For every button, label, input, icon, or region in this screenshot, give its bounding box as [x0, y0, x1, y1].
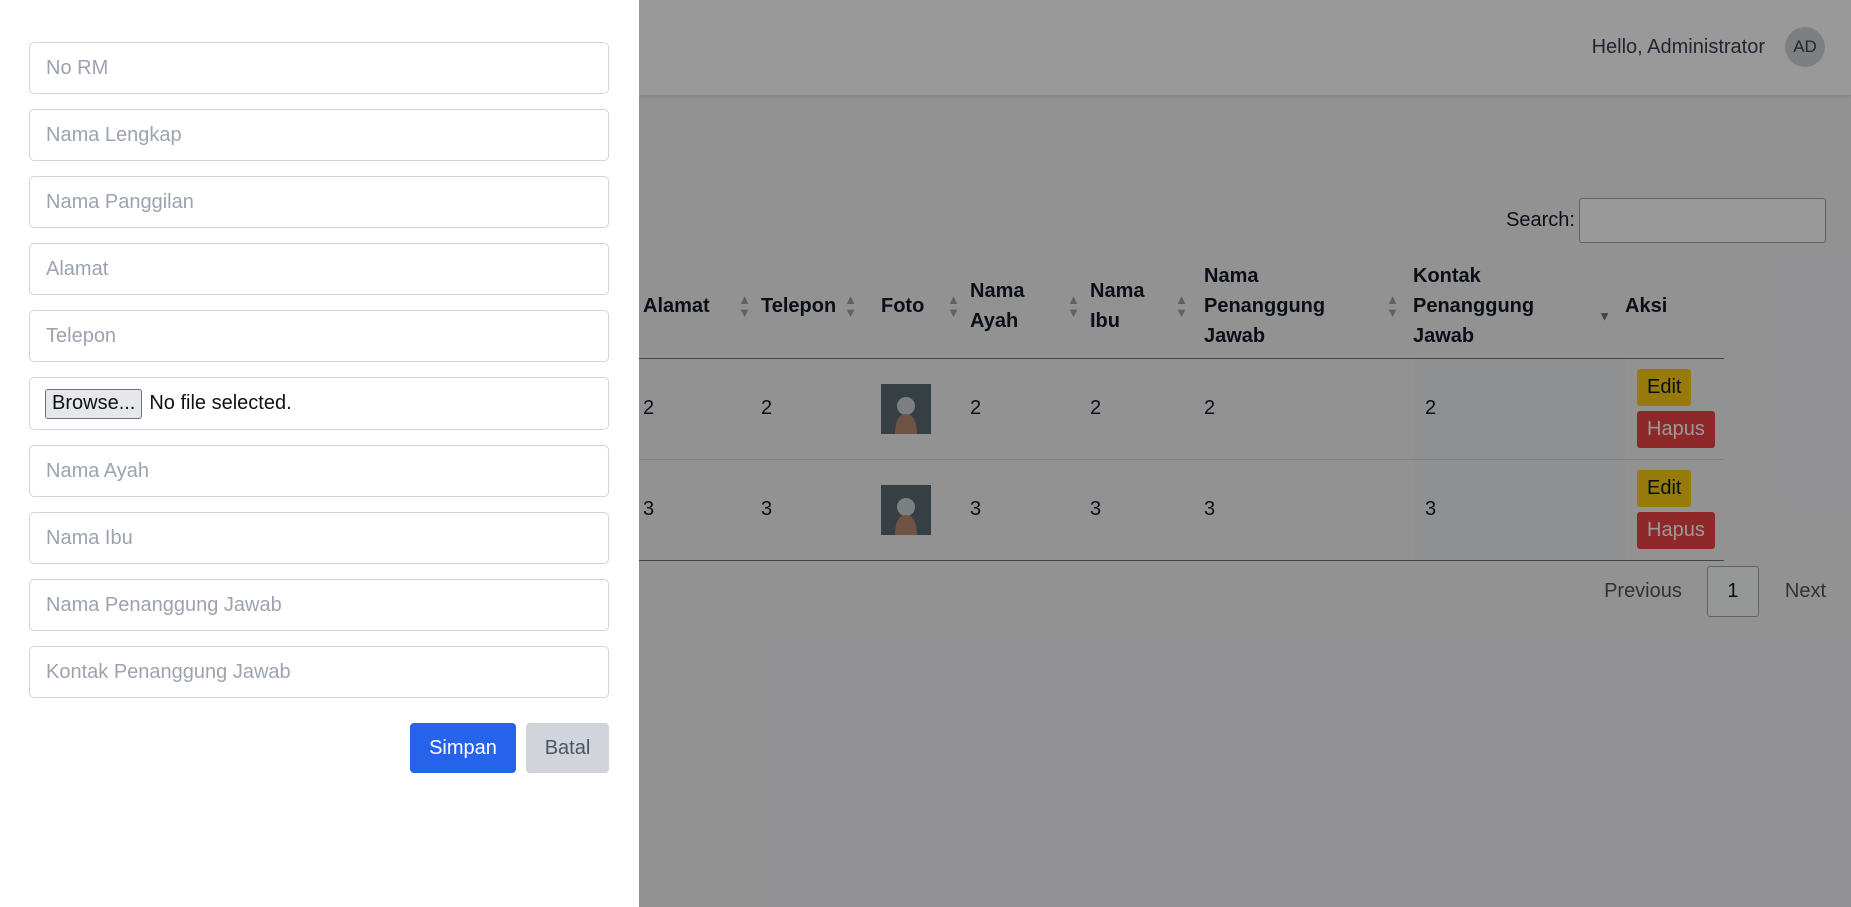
foto-file-input[interactable]: Browse... No file selected. — [29, 377, 609, 430]
save-button[interactable]: Simpan — [410, 723, 516, 773]
alamat-input[interactable] — [29, 243, 609, 295]
nama-ayah-input[interactable] — [29, 445, 609, 497]
nama-lengkap-input[interactable] — [29, 109, 609, 161]
nama-panggilan-input[interactable] — [29, 176, 609, 228]
nama-ibu-input[interactable] — [29, 512, 609, 564]
file-status-text: No file selected. — [149, 392, 292, 414]
no-rm-input[interactable] — [29, 42, 609, 94]
patient-form-drawer: Browse... No file selected. Simpan Batal — [0, 0, 639, 907]
kontak-penanggung-jawab-input[interactable] — [29, 646, 609, 698]
browse-button[interactable]: Browse... — [45, 388, 143, 419]
nama-penanggung-jawab-input[interactable] — [29, 579, 609, 631]
cancel-button[interactable]: Batal — [526, 723, 609, 773]
telepon-input[interactable] — [29, 310, 609, 362]
